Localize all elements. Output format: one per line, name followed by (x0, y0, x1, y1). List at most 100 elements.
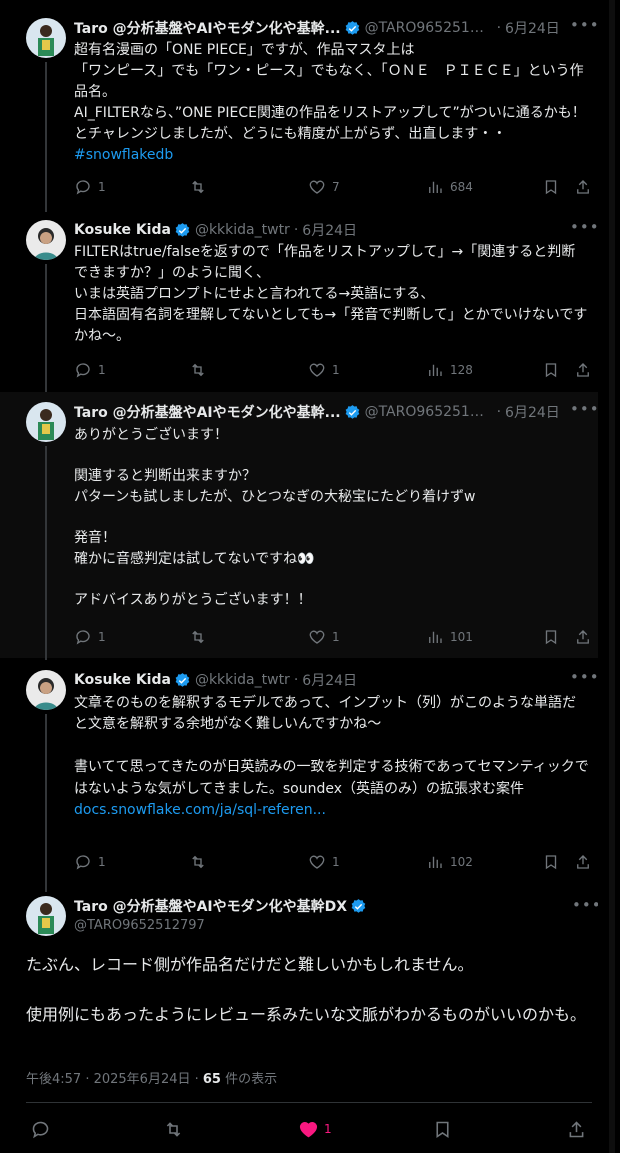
share-button[interactable] (574, 852, 592, 872)
avatar-taro[interactable] (26, 18, 66, 58)
main-tweet-text: たぶん、レコード側が作品名だけだと難しいかもしれません。 使用例にもあったように… (26, 955, 587, 1024)
tweet-date[interactable]: 6月24日 (505, 18, 560, 38)
like-button[interactable]: 1 (308, 852, 340, 872)
retweet-button[interactable] (189, 177, 213, 197)
tweet-actions: 1 1 128 (74, 360, 592, 380)
like-button[interactable]: 1 (308, 360, 340, 380)
separator-dot: · (496, 20, 502, 36)
more-icon[interactable]: ••• (570, 670, 599, 690)
tweet-2[interactable]: Kosuke Kida @kkkida_twtr · 6月24日 ••• FIL… (0, 210, 599, 392)
author-name[interactable]: Kosuke Kida (74, 672, 171, 688)
like-count: 1 (332, 363, 340, 377)
tweet-timestamp[interactable]: 午後4:57 · 2025年6月24日 · (26, 1072, 203, 1087)
bookmark-icon (545, 630, 557, 645)
retweet-icon (192, 363, 204, 377)
like-button[interactable]: 1 (298, 1118, 332, 1140)
tweet-date[interactable]: 6月24日 (302, 220, 357, 240)
retweet-button[interactable] (189, 852, 213, 872)
bookmark-button[interactable] (542, 360, 560, 380)
retweet-icon (192, 855, 204, 869)
thread-connector (45, 62, 47, 212)
tweet-3[interactable]: Taro @分析基盤やAIやモダン化や基幹... @TARO96525127..… (0, 392, 599, 660)
author-handle[interactable]: @TARO96525127... (365, 404, 493, 420)
thread-view: Taro @分析基盤やAIやモダン化や基幹... @TARO96525127..… (0, 0, 620, 1153)
tweet-date[interactable]: 6月24日 (505, 402, 560, 422)
main-author-handle[interactable]: @TARO9652512797 (74, 918, 367, 933)
views-button[interactable]: 684 (426, 177, 473, 197)
reply-count: 1 (98, 855, 106, 869)
share-icon (577, 180, 589, 194)
main-tweet-actions: 1 (26, 1118, 592, 1140)
author-handle[interactable]: @kkkida_twtr (195, 672, 290, 688)
author-name[interactable]: Taro @分析基盤やAIやモダン化や基幹... (74, 18, 341, 38)
reply-count: 1 (98, 363, 106, 377)
retweet-icon (192, 630, 204, 644)
retweet-button[interactable] (163, 1118, 184, 1140)
like-count: 1 (332, 630, 340, 644)
separator-dot: · (293, 672, 299, 688)
tweet-4[interactable]: Kosuke Kida @kkkida_twtr · 6月24日 ••• 文章そ… (0, 660, 599, 892)
reply-icon (32, 1121, 49, 1138)
avatar-taro-main[interactable] (26, 896, 66, 936)
bookmark-button[interactable] (542, 627, 560, 647)
bookmark-icon (545, 180, 557, 195)
share-button[interactable] (574, 177, 592, 197)
like-icon (309, 180, 325, 194)
like-count: 1 (324, 1122, 332, 1136)
more-icon[interactable]: ••• (572, 898, 601, 918)
reply-button[interactable]: 1 (74, 627, 106, 647)
author-name[interactable]: Kosuke Kida (74, 222, 171, 238)
reply-button[interactable]: 1 (74, 360, 106, 380)
share-button[interactable] (566, 1118, 587, 1140)
retweet-button[interactable] (189, 360, 213, 380)
share-button[interactable] (574, 360, 592, 380)
views-icon (429, 364, 442, 376)
author-handle[interactable]: @kkkida_twtr (195, 222, 290, 238)
avatar-kosuke[interactable] (26, 220, 66, 260)
avatar-kosuke[interactable] (26, 670, 66, 710)
main-author-row: Taro @分析基盤やAIやモダン化や基幹DX (74, 896, 367, 916)
author-name[interactable]: Taro @分析基盤やAIやモダン化や基幹... (74, 402, 341, 422)
more-icon[interactable]: ••• (570, 18, 599, 38)
more-icon[interactable]: ••• (570, 402, 599, 422)
avatar-taro[interactable] (26, 402, 66, 442)
tweet-header: Kosuke Kida @kkkida_twtr · 6月24日 ••• (74, 220, 599, 240)
separator-dot: · (293, 222, 299, 238)
views-count: 128 (450, 363, 473, 377)
like-button[interactable]: 7 (308, 177, 340, 197)
reply-button[interactable] (30, 1118, 51, 1140)
retweet-button[interactable] (189, 627, 213, 647)
scrollbar[interactable] (598, 0, 620, 1153)
bookmark-button[interactable] (542, 177, 560, 197)
tweet-1[interactable]: Taro @分析基盤やAIやモダン化や基幹... @TARO96525127..… (0, 0, 599, 212)
author-handle[interactable]: @TARO96525127... (365, 20, 493, 36)
share-button[interactable] (574, 627, 592, 647)
main-author-name[interactable]: Taro @分析基盤やAIやモダン化や基幹DX (74, 896, 347, 916)
more-icon[interactable]: ••• (570, 220, 599, 240)
tweet-header: Taro @分析基盤やAIやモダン化や基幹... @TARO96525127..… (74, 18, 599, 38)
tweet-text: ありがとうございます！ 関連すると判断出来ますか？ パターンも試しましたが、ひと… (74, 427, 476, 608)
tweet-text: 文章そのものを解釈するモデルであって、インプット（列）がこのような単語だと文意を… (74, 693, 589, 821)
reply-button[interactable]: 1 (74, 852, 106, 872)
bookmark-icon (545, 363, 557, 378)
tweet-actions: 1 1 101 (74, 627, 592, 647)
views-button[interactable]: 102 (426, 852, 473, 872)
reply-icon (76, 363, 90, 378)
scrollbar-track[interactable] (609, 0, 615, 1153)
share-icon (577, 855, 589, 869)
reply-icon (76, 855, 90, 870)
verified-badge-icon (175, 672, 190, 687)
views-button[interactable]: 101 (426, 627, 473, 647)
bookmark-button[interactable] (542, 852, 560, 872)
views-count: 101 (450, 630, 473, 644)
tweet-text-content: 文章そのものを解釈するモデルであって、インプット（列）がこのような単語だと文意を… (74, 695, 589, 797)
retweet-icon (192, 180, 204, 194)
reply-button[interactable]: 1 (74, 177, 106, 197)
tweet-date[interactable]: 6月24日 (302, 670, 357, 690)
hashtag-link[interactable]: #snowflakedb (74, 147, 173, 163)
views-button[interactable]: 128 (426, 360, 473, 380)
like-button[interactable]: 1 (308, 627, 340, 647)
tweet-actions: 1 7 684 (74, 177, 592, 197)
docs-link[interactable]: docs.snowflake.com/ja/sql-referen... (74, 802, 326, 818)
bookmark-button[interactable] (432, 1118, 453, 1140)
